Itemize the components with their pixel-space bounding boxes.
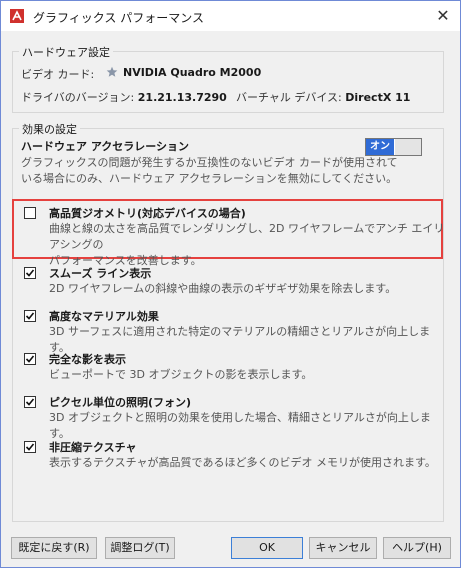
uncompressed-texture-description: 表示するテクスチャが高品質であるほど多くのビデオ メモリが使用されます。 xyxy=(49,456,436,469)
driver-row: ドライバのバージョン: 21.21.13.7290 xyxy=(21,89,227,105)
full-shadow-title: 完全な影を表示 xyxy=(49,353,126,366)
smooth-line-checkbox[interactable] xyxy=(24,267,36,279)
virtual-device-row: バーチャル デバイス: DirectX 11 xyxy=(236,89,410,105)
cancel-button[interactable]: キャンセル xyxy=(309,537,377,559)
uncompressed-texture-checkbox[interactable] xyxy=(24,441,36,453)
hw-accel-title: ハードウェア アクセラレーション xyxy=(21,140,190,153)
virtual-device-value: DirectX 11 xyxy=(345,91,411,104)
high-quality-geometry-checkbox[interactable] xyxy=(24,207,36,219)
video-card-row: ビデオ カード: xyxy=(21,66,94,82)
help-button[interactable]: ヘルプ(H) xyxy=(383,537,451,559)
video-card-label: ビデオ カード: xyxy=(21,68,95,81)
checkmark-icon xyxy=(25,312,35,320)
advanced-material-title: 高度なマテリアル効果 xyxy=(49,310,159,323)
ok-button[interactable]: OK xyxy=(231,537,303,559)
close-icon[interactable]: ✕ xyxy=(434,7,452,25)
hw-accel-toggle[interactable]: オン xyxy=(365,138,422,156)
video-card-value: NVIDIA Quadro M2000 xyxy=(123,66,262,79)
per-pixel-lighting-checkbox[interactable] xyxy=(24,396,36,408)
window-title: グラフィックス パフォーマンス xyxy=(33,11,204,25)
full-shadow-checkbox[interactable] xyxy=(24,353,36,365)
dialog-window: グラフィックス パフォーマンス ✕ ハードウェア設定 ビデオ カード: NVID… xyxy=(0,0,461,568)
driver-value: 21.21.13.7290 xyxy=(137,91,227,104)
hw-accel-toggle-on-label: オン xyxy=(366,139,394,155)
checkmark-icon xyxy=(25,269,35,277)
uncompressed-texture-title: 非圧縮テクスチャ xyxy=(49,441,137,454)
video-card-value-row: NVIDIA Quadro M2000 xyxy=(106,66,261,79)
high-quality-geometry-title: 高品質ジオメトリ(対応デバイスの場合) xyxy=(49,207,246,220)
hw-accel-desc-line-1: グラフィックスの問題が発生するか互換性のないビデオ カードが使用されて xyxy=(21,156,398,169)
high-quality-geometry-desc-line-1: 曲線と線の太さを高品質でレンダリングし、2D ワイヤフレームでアンチ エイリアシ… xyxy=(49,222,445,251)
star-icon xyxy=(106,66,118,77)
per-pixel-lighting-description: 3D オブジェクトと照明の効果を使用した場合、精細さとリアルさが向上します。 xyxy=(49,411,431,440)
hw-accel-desc-line-2: いる場合にのみ、ハードウェア アクセラレーションを無効にしてください。 xyxy=(21,172,398,185)
effect-settings-legend: 効果の設定 xyxy=(19,121,80,137)
checkmark-icon xyxy=(25,355,35,363)
full-shadow-description: ビューポートで 3D オブジェクトの影を表示します。 xyxy=(49,368,313,381)
hw-accel-description: グラフィックスの問題が発生するか互換性のないビデオ カードが使用されて いる場合… xyxy=(21,155,421,187)
hardware-settings-legend: ハードウェア設定 xyxy=(19,44,113,60)
autocad-app-icon xyxy=(10,9,24,23)
hw-accel-toggle-knob xyxy=(395,139,421,155)
dialog-body: ハードウェア設定 ビデオ カード: NVIDIA Quadro M2000 ドラ… xyxy=(1,31,460,567)
driver-label: ドライバのバージョン: xyxy=(21,91,135,104)
checkmark-icon xyxy=(25,398,35,406)
smooth-line-title: スムーズ ライン表示 xyxy=(49,267,152,280)
per-pixel-lighting-title: ピクセル単位の照明(フォン) xyxy=(49,396,192,409)
checkmark-icon xyxy=(25,443,35,451)
virtual-device-label: バーチャル デバイス: xyxy=(236,91,342,104)
advanced-material-checkbox[interactable] xyxy=(24,310,36,322)
smooth-line-description: 2D ワイヤフレームの斜線や曲線の表示のギザギザ効果を除去します。 xyxy=(49,282,397,295)
tuning-log-button[interactable]: 調整ログ(T) xyxy=(105,537,175,559)
title-bar: グラフィックス パフォーマンス ✕ xyxy=(1,1,460,31)
reset-defaults-button[interactable]: 既定に戻す(R) xyxy=(11,537,97,559)
high-quality-geometry-description: 曲線と線の太さを高品質でレンダリングし、2D ワイヤフレームでアンチ エイリアシ… xyxy=(49,221,449,269)
